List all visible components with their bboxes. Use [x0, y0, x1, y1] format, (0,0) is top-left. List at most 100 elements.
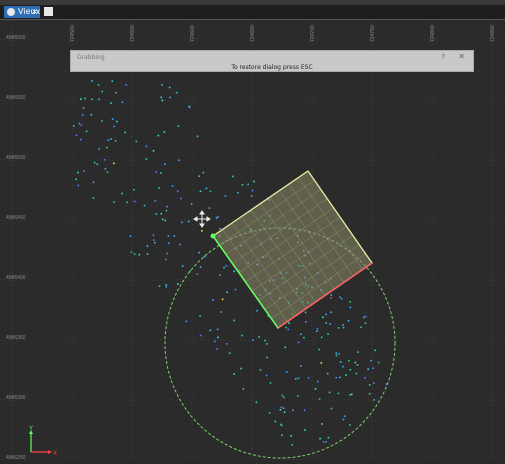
point: [325, 322, 328, 324]
close-dialog-button[interactable]: ✕: [458, 52, 465, 61]
point: [97, 84, 100, 86]
point: [214, 340, 216, 343]
point: [322, 441, 325, 443]
point: [202, 171, 205, 174]
point: [167, 235, 170, 237]
point: [326, 372, 329, 375]
point: [303, 336, 305, 339]
point: [121, 101, 124, 103]
point: [349, 369, 352, 371]
point: [256, 309, 258, 312]
point: [258, 336, 260, 338]
point: [165, 284, 168, 286]
axis-tick-label-left: 4986600: [6, 35, 26, 41]
point: [307, 377, 310, 379]
point: [297, 341, 300, 344]
point: [158, 187, 160, 189]
point: [111, 80, 114, 82]
point: [196, 273, 199, 275]
point: [347, 320, 350, 322]
point: [121, 192, 123, 195]
point: [217, 336, 219, 339]
point: [216, 348, 218, 350]
point: [146, 245, 149, 247]
point: [217, 216, 219, 218]
point: [318, 398, 321, 400]
point: [374, 349, 377, 352]
point: [114, 140, 117, 142]
tab-vieux[interactable]: Vieux ×: [4, 6, 40, 18]
point: [85, 130, 88, 133]
point: [154, 200, 157, 202]
point: [303, 409, 306, 412]
point: [223, 266, 225, 269]
point: [318, 348, 320, 351]
point: [138, 253, 141, 256]
point: [360, 326, 362, 329]
point: [189, 270, 191, 272]
point: [335, 354, 338, 357]
view-icon: [7, 8, 15, 16]
point: [177, 283, 179, 285]
point: [232, 175, 234, 178]
point: [161, 99, 164, 102]
point: [373, 382, 375, 384]
point: [80, 124, 83, 127]
point: [116, 120, 118, 123]
point: [373, 399, 375, 401]
point: [297, 377, 300, 380]
point: [349, 306, 352, 309]
point: [288, 322, 290, 324]
point: [356, 364, 359, 366]
point: [190, 203, 193, 205]
point: [280, 406, 283, 409]
3d-viewport[interactable]: 724500 724550 724600 724650 724700 724750 7248…: [0, 20, 505, 461]
point: [110, 138, 112, 140]
point: [165, 258, 167, 261]
point: [341, 298, 343, 300]
help-button[interactable]: ?: [441, 53, 445, 61]
point: [342, 326, 345, 329]
point: [219, 274, 221, 276]
point: [165, 285, 168, 288]
point: [152, 150, 155, 152]
point: [242, 388, 245, 390]
point: [93, 161, 96, 164]
point: [160, 212, 163, 215]
bounding-box[interactable]: [210, 170, 373, 329]
point: [319, 437, 321, 440]
point-cloud-canvas[interactable]: 724500 724550 724600 724650 724700 724750 7248…: [0, 20, 505, 461]
point: [164, 219, 167, 222]
point: [160, 96, 162, 99]
point: [292, 409, 294, 412]
close-tab-icon[interactable]: ×: [31, 6, 38, 18]
point: [164, 163, 166, 165]
point: [199, 315, 201, 317]
point: [372, 367, 374, 369]
point: [175, 91, 178, 94]
point: [215, 217, 218, 219]
tab-bar: Vieux ×: [0, 5, 505, 20]
new-tab-icon[interactable]: [44, 7, 53, 16]
point: [80, 98, 82, 100]
point: [328, 391, 331, 394]
point: [113, 201, 115, 203]
point: [203, 255, 206, 258]
point: [325, 441, 327, 443]
point: [327, 436, 330, 439]
point: [228, 352, 231, 354]
grabbing-dialog[interactable]: Grabbing ? ✕ To restore dialog press ESC: [70, 50, 474, 72]
point: [77, 184, 80, 187]
point: [370, 359, 372, 362]
point: [98, 98, 100, 101]
point: [113, 162, 115, 165]
axis-tick-label-left: 4986300: [6, 395, 26, 401]
point: [316, 380, 319, 383]
point: [337, 327, 340, 329]
point: [368, 384, 371, 386]
point: [269, 382, 272, 384]
point: [165, 209, 168, 212]
point: [198, 175, 201, 177]
point: [285, 326, 287, 329]
point: [111, 118, 114, 120]
